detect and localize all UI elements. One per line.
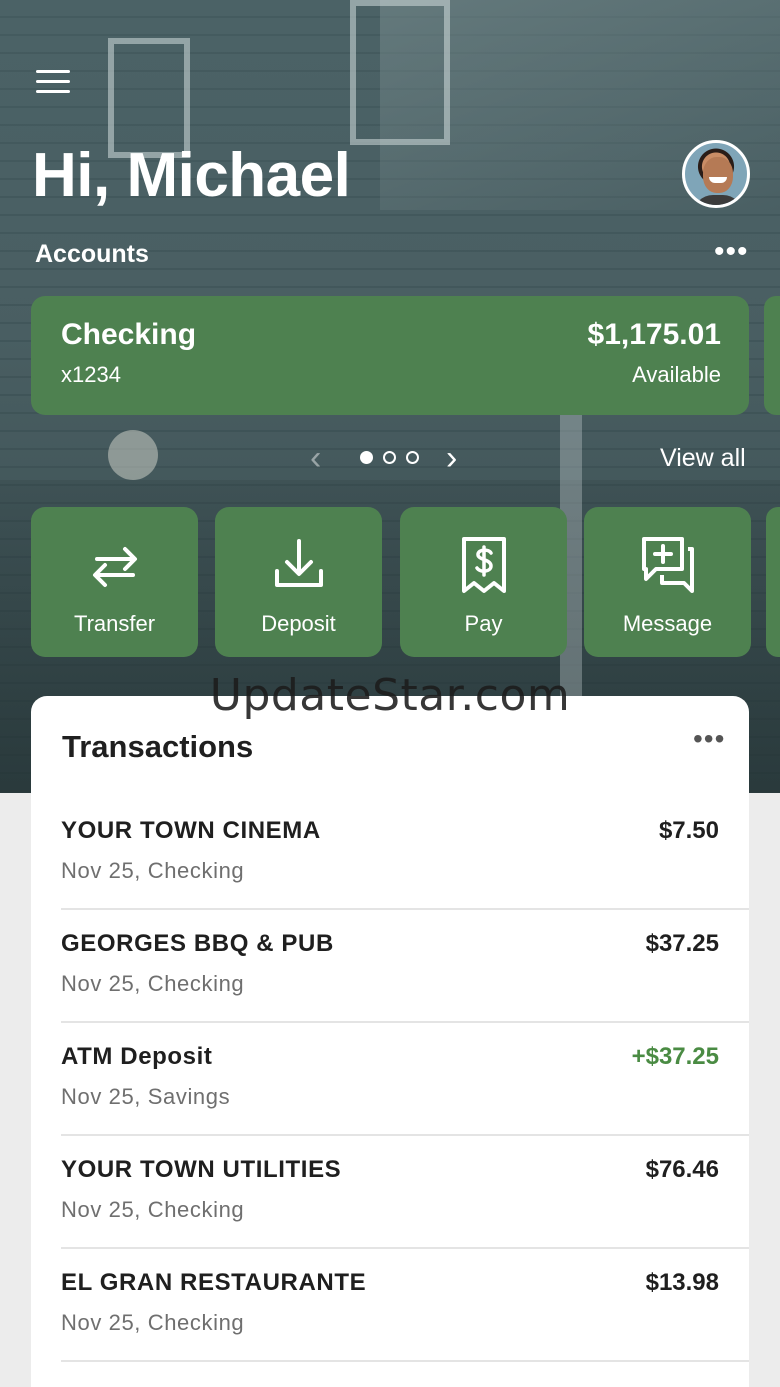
transaction-date-account: Nov 25, Checking (61, 1197, 245, 1222)
transaction-amount: $13.98 (645, 1269, 719, 1296)
transaction-name: ATM Deposit (61, 1043, 213, 1070)
pager-dot[interactable] (360, 451, 373, 464)
account-number: x1234 (61, 362, 121, 387)
transfer-arrows-icon (92, 547, 137, 587)
chevron-left-icon[interactable]: ‹ (310, 440, 321, 476)
transfer-label: Transfer (73, 611, 156, 636)
transaction-row[interactable]: YOUR TOWN CINEMA Nov 25, Checking $7.50 (61, 797, 749, 910)
pay-label: Pay (464, 611, 503, 636)
deposit-button[interactable]: Deposit (215, 507, 382, 657)
message-button[interactable]: Message (584, 507, 751, 657)
transaction-row[interactable]: GEORGES BBQ & PUB Nov 25, Checking $37.2… (61, 910, 749, 1023)
account-name: Checking (61, 318, 197, 351)
pager-dot[interactable] (383, 451, 396, 464)
next-action-button[interactable] (766, 507, 780, 657)
transaction-name: EL GRAN RESTAURANTE (61, 1269, 367, 1296)
account-card-checking[interactable]: Checking x1234 $1,175.01 Available (31, 296, 749, 415)
transactions-title: Transactions (62, 729, 254, 764)
account-balance-label: Available (632, 362, 721, 387)
transaction-date-account: Nov 25, Checking (61, 1310, 245, 1335)
more-horizontal-icon[interactable]: ••• (714, 237, 749, 267)
transaction-row[interactable]: ATM Deposit Nov 25, Savings +$37.25 (61, 1023, 749, 1136)
more-horizontal-icon[interactable]: ••• (693, 725, 725, 753)
accounts-heading: Accounts (35, 240, 149, 268)
account-balance: $1,175.01 (587, 318, 721, 351)
background-window (350, 0, 450, 145)
transactions-panel: Transactions ••• YOUR TOWN CINEMA Nov 25… (31, 696, 749, 1387)
transaction-amount: $37.25 (645, 930, 719, 957)
deposit-label: Deposit (261, 611, 336, 636)
transfer-button[interactable]: Transfer (31, 507, 198, 657)
transaction-name: YOUR TOWN UTILITIES (61, 1156, 342, 1183)
transaction-date-account: Nov 25, Checking (61, 858, 245, 883)
transaction-name: GEORGES BBQ & PUB (61, 930, 334, 957)
chevron-right-icon[interactable]: › (446, 440, 457, 476)
transaction-date-account: Nov 25, Checking (61, 971, 245, 996)
greeting-title: Hi, Michael (32, 141, 351, 210)
background-lamp (108, 430, 158, 480)
transaction-amount: $76.46 (645, 1156, 719, 1183)
row-divider (61, 1360, 749, 1362)
next-account-card[interactable] (764, 296, 780, 415)
transaction-amount: $7.50 (658, 817, 719, 844)
message-label: Message (622, 611, 713, 636)
pay-button[interactable]: Pay (400, 507, 567, 657)
transaction-date-account: Nov 25, Savings (61, 1084, 231, 1109)
watermark-text: UpdateStar.com (209, 670, 571, 721)
message-plus-icon (641, 537, 694, 593)
carousel-pager (360, 451, 419, 464)
transaction-amount: +$37.25 (631, 1043, 719, 1070)
transaction-row[interactable]: YOUR TOWN UTILITIES Nov 25, Checking $76… (61, 1136, 749, 1249)
pager-dot[interactable] (406, 451, 419, 464)
hamburger-menu-icon[interactable] (36, 70, 70, 96)
transaction-name: YOUR TOWN CINEMA (61, 817, 321, 844)
dollar-receipt-icon (461, 537, 506, 593)
view-all-link[interactable]: View all (660, 444, 746, 473)
user-avatar[interactable] (682, 140, 750, 208)
download-tray-icon (274, 539, 323, 587)
transaction-row[interactable]: EL GRAN RESTAURANTE Nov 25, Checking $13… (61, 1249, 749, 1362)
